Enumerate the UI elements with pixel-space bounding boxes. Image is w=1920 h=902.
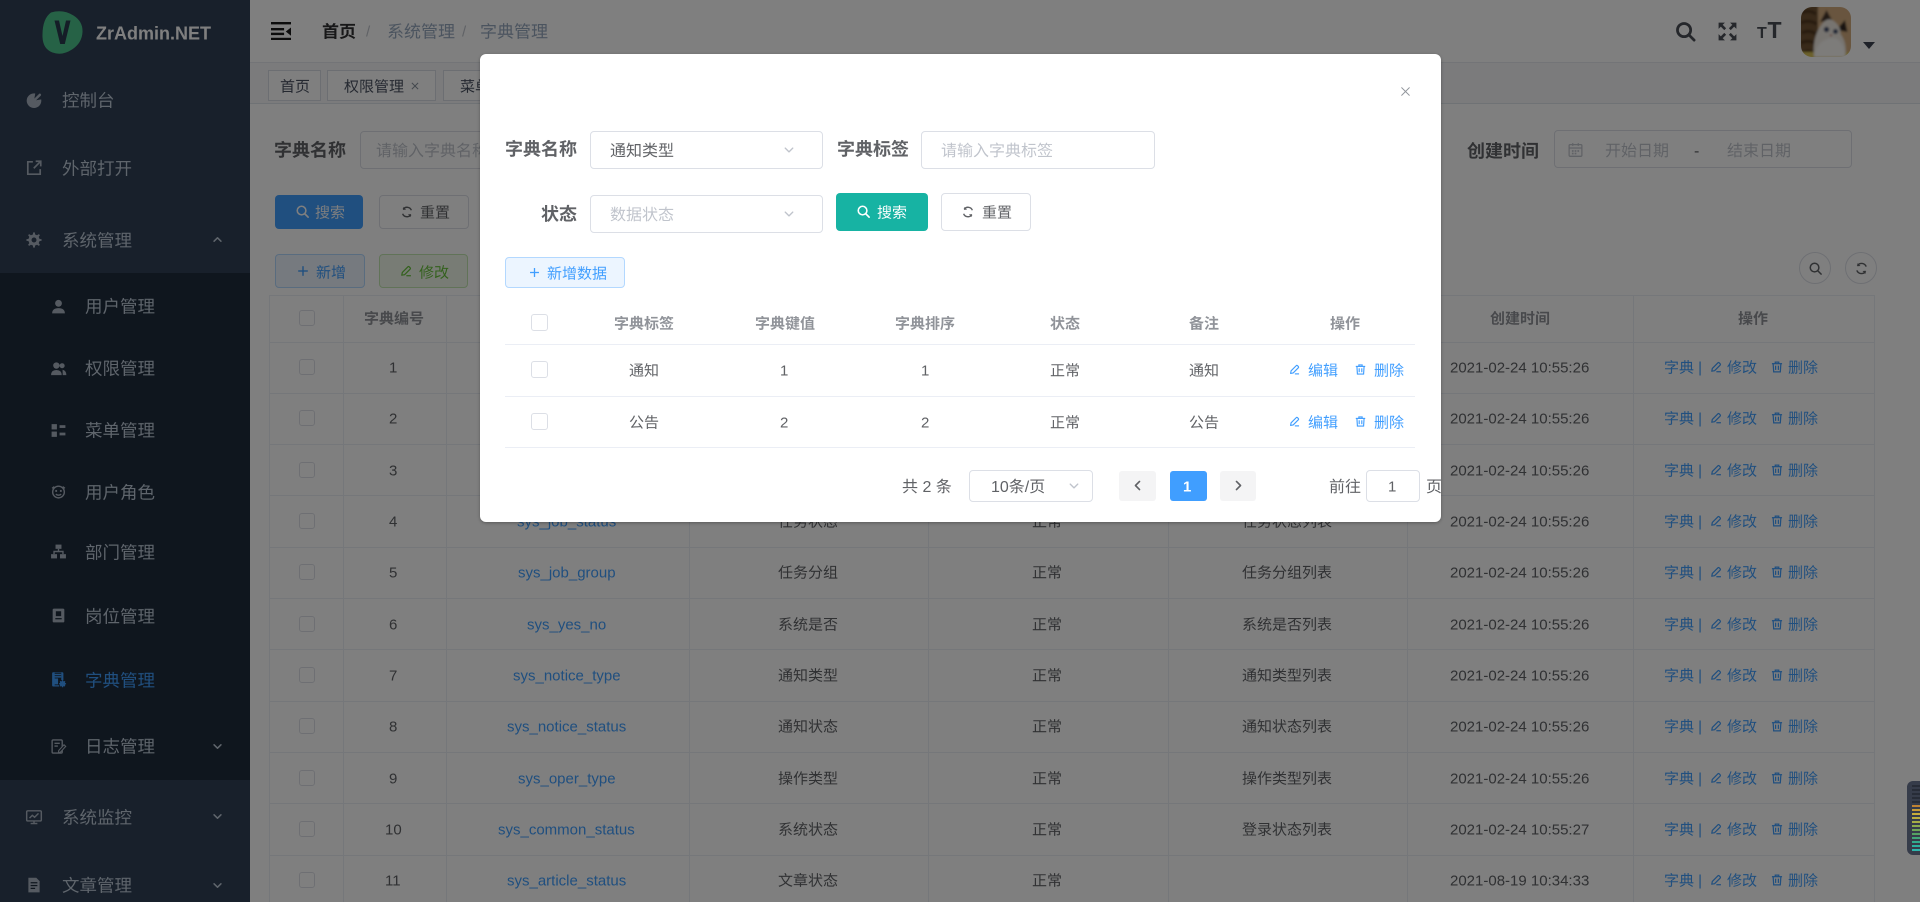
svg-text:2: 2: [918, 479, 936, 496]
svg-text:2: 2: [780, 414, 788, 431]
svg-text:10: 10: [991, 479, 1009, 496]
svg-text:2: 2: [921, 414, 929, 431]
svg-text:1: 1: [780, 362, 788, 379]
svg-text:1: 1: [1388, 478, 1396, 495]
svg-text:1: 1: [921, 362, 929, 379]
svg-text:/: /: [1025, 479, 1030, 496]
svg-text:1: 1: [1183, 478, 1191, 495]
